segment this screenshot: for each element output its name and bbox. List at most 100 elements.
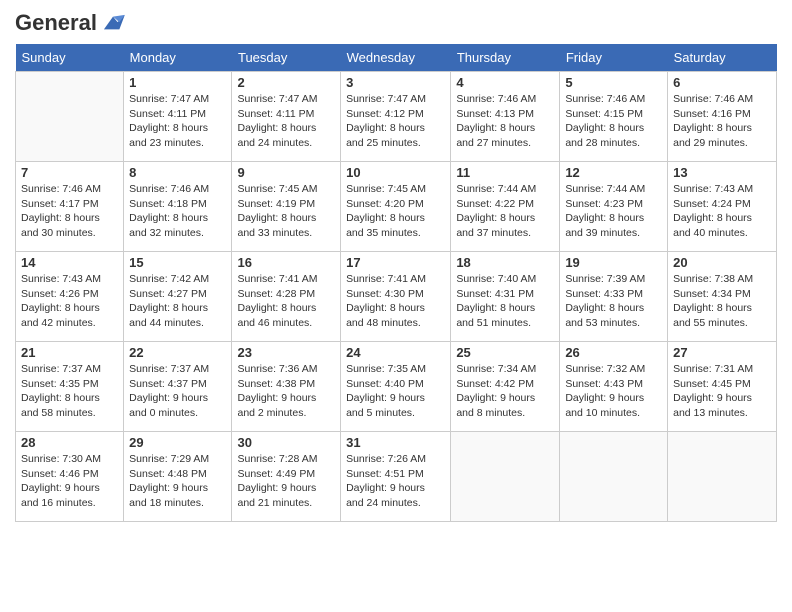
calendar-week-row: 7 Sunrise: 7:46 AMSunset: 4:17 PMDaylight… <box>16 162 777 252</box>
day-info: Sunrise: 7:45 AMSunset: 4:20 PMDaylight:… <box>346 182 445 241</box>
day-number: 14 <box>21 255 118 270</box>
calendar-cell: 3 Sunrise: 7:47 AMSunset: 4:12 PMDaylight… <box>341 72 451 162</box>
day-number: 9 <box>237 165 335 180</box>
day-number: 19 <box>565 255 662 270</box>
calendar-cell: 5 Sunrise: 7:46 AMSunset: 4:15 PMDaylight… <box>560 72 668 162</box>
day-info: Sunrise: 7:42 AMSunset: 4:27 PMDaylight:… <box>129 272 226 331</box>
day-number: 29 <box>129 435 226 450</box>
calendar-cell: 24Sunrise: 7:35 AMSunset: 4:40 PMDayligh… <box>341 342 451 432</box>
day-info: Sunrise: 7:46 AMSunset: 4:18 PMDaylight:… <box>129 182 226 241</box>
day-info: Sunrise: 7:43 AMSunset: 4:26 PMDaylight:… <box>21 272 118 331</box>
day-info: Sunrise: 7:46 AMSunset: 4:15 PMDaylight:… <box>565 92 662 151</box>
calendar-cell: 20Sunrise: 7:38 AMSunset: 4:34 PMDayligh… <box>668 252 777 342</box>
calendar-cell: 23Sunrise: 7:36 AMSunset: 4:38 PMDayligh… <box>232 342 341 432</box>
day-number: 7 <box>21 165 118 180</box>
day-info: Sunrise: 7:43 AMSunset: 4:24 PMDaylight:… <box>673 182 771 241</box>
day-info: Sunrise: 7:31 AMSunset: 4:45 PMDaylight:… <box>673 362 771 421</box>
calendar-cell: 28 Sunrise: 7:30 AMSunset: 4:46 PMDayligh… <box>16 432 124 522</box>
calendar-cell: 21 Sunrise: 7:37 AMSunset: 4:35 PMDayligh… <box>16 342 124 432</box>
calendar-cell: 9 Sunrise: 7:45 AMSunset: 4:19 PMDaylight… <box>232 162 341 252</box>
day-info: Sunrise: 7:32 AMSunset: 4:43 PMDaylight:… <box>565 362 662 421</box>
calendar-table: SundayMondayTuesdayWednesdayThursdayFrid… <box>15 44 777 522</box>
calendar-cell: 17 Sunrise: 7:41 AMSunset: 4:30 PMDayligh… <box>341 252 451 342</box>
day-number: 31 <box>346 435 445 450</box>
day-number: 13 <box>673 165 771 180</box>
day-info: Sunrise: 7:29 AMSunset: 4:48 PMDaylight:… <box>129 452 226 511</box>
day-info: Sunrise: 7:30 AMSunset: 4:46 PMDaylight:… <box>21 452 118 511</box>
calendar-cell: 22 Sunrise: 7:37 AMSunset: 4:37 PMDayligh… <box>124 342 232 432</box>
day-info: Sunrise: 7:47 AMSunset: 4:11 PMDaylight:… <box>129 92 226 151</box>
calendar-cell: 18 Sunrise: 7:40 AMSunset: 4:31 PMDayligh… <box>451 252 560 342</box>
day-info: Sunrise: 7:26 AMSunset: 4:51 PMDaylight:… <box>346 452 445 511</box>
day-number: 23 <box>237 345 335 360</box>
day-number: 11 <box>456 165 554 180</box>
day-info: Sunrise: 7:35 AMSunset: 4:40 PMDaylight:… <box>346 362 445 421</box>
day-number: 10 <box>346 165 445 180</box>
logo-bird-icon <box>99 13 127 33</box>
logo-general-text: General <box>15 10 97 36</box>
day-header-saturday: Saturday <box>668 44 777 72</box>
day-number: 25 <box>456 345 554 360</box>
calendar-cell: 1 Sunrise: 7:47 AMSunset: 4:11 PMDaylight… <box>124 72 232 162</box>
calendar-cell: 14 Sunrise: 7:43 AMSunset: 4:26 PMDayligh… <box>16 252 124 342</box>
day-number: 3 <box>346 75 445 90</box>
day-info: Sunrise: 7:47 AMSunset: 4:12 PMDaylight:… <box>346 92 445 151</box>
day-info: Sunrise: 7:44 AMSunset: 4:22 PMDaylight:… <box>456 182 554 241</box>
day-info: Sunrise: 7:44 AMSunset: 4:23 PMDaylight:… <box>565 182 662 241</box>
day-number: 17 <box>346 255 445 270</box>
day-info: Sunrise: 7:41 AMSunset: 4:28 PMDaylight:… <box>237 272 335 331</box>
day-info: Sunrise: 7:37 AMSunset: 4:37 PMDaylight:… <box>129 362 226 421</box>
day-number: 16 <box>237 255 335 270</box>
calendar-cell: 30Sunrise: 7:28 AMSunset: 4:49 PMDayligh… <box>232 432 341 522</box>
day-info: Sunrise: 7:41 AMSunset: 4:30 PMDaylight:… <box>346 272 445 331</box>
calendar-week-row: 1 Sunrise: 7:47 AMSunset: 4:11 PMDaylight… <box>16 72 777 162</box>
day-number: 30 <box>237 435 335 450</box>
day-number: 21 <box>21 345 118 360</box>
day-number: 12 <box>565 165 662 180</box>
calendar-cell: 26 Sunrise: 7:32 AMSunset: 4:43 PMDayligh… <box>560 342 668 432</box>
calendar-cell: 19Sunrise: 7:39 AMSunset: 4:33 PMDayligh… <box>560 252 668 342</box>
calendar-cell <box>668 432 777 522</box>
calendar-cell: 25 Sunrise: 7:34 AMSunset: 4:42 PMDayligh… <box>451 342 560 432</box>
calendar-cell: 11 Sunrise: 7:44 AMSunset: 4:22 PMDayligh… <box>451 162 560 252</box>
calendar-body: 1 Sunrise: 7:47 AMSunset: 4:11 PMDaylight… <box>16 72 777 522</box>
day-header-sunday: Sunday <box>16 44 124 72</box>
logo: General <box>15 10 127 36</box>
calendar-cell <box>451 432 560 522</box>
day-info: Sunrise: 7:47 AMSunset: 4:11 PMDaylight:… <box>237 92 335 151</box>
calendar-cell: 10 Sunrise: 7:45 AMSunset: 4:20 PMDayligh… <box>341 162 451 252</box>
day-number: 22 <box>129 345 226 360</box>
calendar-cell <box>16 72 124 162</box>
calendar-cell: 13 Sunrise: 7:43 AMSunset: 4:24 PMDayligh… <box>668 162 777 252</box>
day-info: Sunrise: 7:46 AMSunset: 4:13 PMDaylight:… <box>456 92 554 151</box>
calendar-cell: 15 Sunrise: 7:42 AMSunset: 4:27 PMDayligh… <box>124 252 232 342</box>
calendar-cell: 29 Sunrise: 7:29 AMSunset: 4:48 PMDayligh… <box>124 432 232 522</box>
day-info: Sunrise: 7:45 AMSunset: 4:19 PMDaylight:… <box>237 182 335 241</box>
calendar-cell: 16 Sunrise: 7:41 AMSunset: 4:28 PMDayligh… <box>232 252 341 342</box>
calendar-week-row: 14 Sunrise: 7:43 AMSunset: 4:26 PMDayligh… <box>16 252 777 342</box>
calendar-cell: 6Sunrise: 7:46 AMSunset: 4:16 PMDaylight… <box>668 72 777 162</box>
calendar-cell: 7 Sunrise: 7:46 AMSunset: 4:17 PMDaylight… <box>16 162 124 252</box>
day-number: 26 <box>565 345 662 360</box>
calendar-week-row: 21 Sunrise: 7:37 AMSunset: 4:35 PMDayligh… <box>16 342 777 432</box>
day-info: Sunrise: 7:38 AMSunset: 4:34 PMDaylight:… <box>673 272 771 331</box>
day-header-friday: Friday <box>560 44 668 72</box>
day-number: 1 <box>129 75 226 90</box>
day-number: 4 <box>456 75 554 90</box>
day-number: 15 <box>129 255 226 270</box>
calendar-cell: 27 Sunrise: 7:31 AMSunset: 4:45 PMDayligh… <box>668 342 777 432</box>
day-info: Sunrise: 7:37 AMSunset: 4:35 PMDaylight:… <box>21 362 118 421</box>
day-header-wednesday: Wednesday <box>341 44 451 72</box>
calendar-cell: 12 Sunrise: 7:44 AMSunset: 4:23 PMDayligh… <box>560 162 668 252</box>
day-number: 28 <box>21 435 118 450</box>
day-number: 6 <box>673 75 771 90</box>
day-number: 18 <box>456 255 554 270</box>
day-number: 27 <box>673 345 771 360</box>
day-number: 5 <box>565 75 662 90</box>
calendar-header-row: SundayMondayTuesdayWednesdayThursdayFrid… <box>16 44 777 72</box>
calendar-cell: 31 Sunrise: 7:26 AMSunset: 4:51 PMDayligh… <box>341 432 451 522</box>
day-info: Sunrise: 7:40 AMSunset: 4:31 PMDaylight:… <box>456 272 554 331</box>
day-info: Sunrise: 7:34 AMSunset: 4:42 PMDaylight:… <box>456 362 554 421</box>
day-header-tuesday: Tuesday <box>232 44 341 72</box>
day-info: Sunrise: 7:46 AMSunset: 4:17 PMDaylight:… <box>21 182 118 241</box>
